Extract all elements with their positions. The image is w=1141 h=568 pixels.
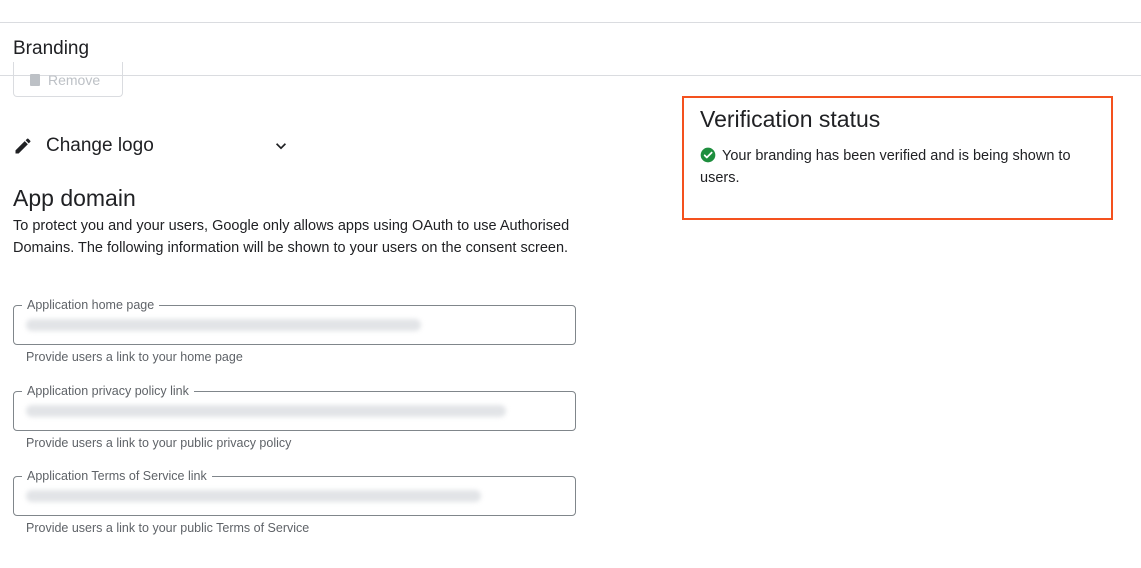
- verification-status-title: Verification status: [700, 106, 881, 132]
- home-page-field-label: Application home page: [22, 297, 160, 313]
- home-page-helper: Provide users a link to your home page: [26, 350, 243, 364]
- app-domain-title: App domain: [13, 185, 136, 211]
- branding-page: Branding Remove Change logo App domain T…: [0, 0, 1141, 568]
- check-circle-icon: [700, 147, 716, 163]
- page-header: Branding: [0, 23, 1141, 76]
- terms-of-service-value-redacted: [26, 490, 481, 502]
- app-domain-description: To protect you and your users, Google on…: [13, 218, 570, 256]
- trash-icon: [30, 74, 40, 86]
- page-title: Branding: [13, 38, 90, 59]
- verification-status-row: Your branding has been verified and is b…: [700, 145, 1100, 189]
- terms-of-service-field[interactable]: Application Terms of Service link: [13, 468, 576, 516]
- terms-of-service-field-label: Application Terms of Service link: [22, 468, 212, 484]
- chevron-down-icon[interactable]: [271, 136, 291, 156]
- privacy-policy-helper: Provide users a link to your public priv…: [26, 436, 292, 450]
- privacy-policy-field[interactable]: Application privacy policy link: [13, 383, 576, 431]
- verification-status-card: Verification status Your branding has be…: [682, 96, 1113, 220]
- privacy-policy-field-label: Application privacy policy link: [22, 383, 194, 399]
- privacy-policy-value-redacted: [26, 405, 506, 417]
- remove-logo-button[interactable]: Remove: [13, 62, 123, 97]
- home-page-value-redacted: [26, 319, 421, 331]
- remove-logo-label: Remove: [48, 72, 101, 88]
- verification-status-message: Your branding has been verified and is b…: [700, 148, 1071, 186]
- home-page-field[interactable]: Application home page: [13, 297, 576, 345]
- pencil-icon: [15, 138, 31, 154]
- change-logo-toggle[interactable]: Change logo: [13, 132, 293, 160]
- terms-of-service-helper: Provide users a link to your public Term…: [26, 521, 310, 535]
- change-logo-label: Change logo: [46, 135, 154, 156]
